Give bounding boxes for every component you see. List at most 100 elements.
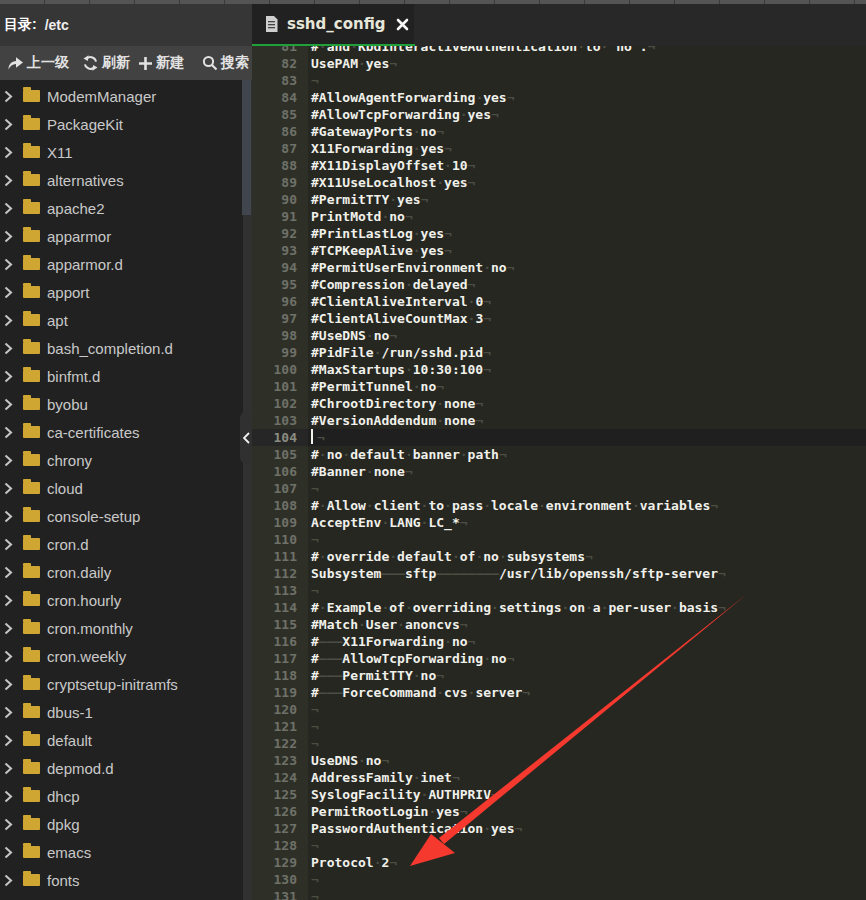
editor-line-96[interactable]: 96#ClientAliveInterval·0¬: [252, 293, 866, 310]
line-content: ¬: [311, 72, 319, 89]
editor-line-119[interactable]: 119#———ForceCommand·cvs·server¬: [252, 684, 866, 701]
folder-item-binfmt.d[interactable]: binfmt.d: [0, 362, 243, 390]
folder-item-byobu[interactable]: byobu: [0, 390, 243, 418]
editor-line-90[interactable]: 90#PermitTTY·yes¬: [252, 191, 866, 208]
folder-item-X11[interactable]: X11: [0, 138, 243, 166]
editor-line-118[interactable]: 118#———PermitTTY·no¬: [252, 667, 866, 684]
editor-line-110[interactable]: 110¬: [252, 531, 866, 548]
folder-item-cron.d[interactable]: cron.d: [0, 530, 243, 558]
folder-name: console-setup: [47, 508, 140, 525]
editor-line-109[interactable]: 109AcceptEnv·LANG·LC_*¬: [252, 514, 866, 531]
new-button[interactable]: 新建: [138, 46, 184, 80]
editor-line-114[interactable]: 114#·Example·of·overriding·settings·on·a…: [252, 599, 866, 616]
editor-line-97[interactable]: 97#ClientAliveCountMax·3¬: [252, 310, 866, 327]
editor-line-108[interactable]: 108#·Allow·client·to·pass·locale·environ…: [252, 497, 866, 514]
chevron-right-icon: [4, 398, 13, 411]
editor-line-87[interactable]: 87X11Forwarding·yes¬: [252, 140, 866, 157]
editor-line-123[interactable]: 123UseDNS·no¬: [252, 752, 866, 769]
up-button[interactable]: 上一级: [7, 46, 69, 80]
folder-icon: [23, 398, 40, 410]
folder-item-alternatives[interactable]: alternatives: [0, 166, 243, 194]
editor-line-127[interactable]: 127PasswordAuthentication·yes¬: [252, 820, 866, 837]
folder-item-apport[interactable]: apport: [0, 278, 243, 306]
folder-item-apt[interactable]: apt: [0, 306, 243, 334]
editor-line-86[interactable]: 86#GatewayPorts·no¬: [252, 123, 866, 140]
line-content: #PermitUserEnvironment·no¬: [311, 259, 515, 276]
editor-line-99[interactable]: 99#PidFile·/run/sshd.pid¬: [252, 344, 866, 361]
editor-line-82[interactable]: 82UsePAM·yes¬: [252, 55, 866, 72]
editor-line-115[interactable]: 115#Match·User·anoncvs¬: [252, 616, 866, 633]
editor-line-113[interactable]: 113¬: [252, 582, 866, 599]
editor-line-120[interactable]: 120¬: [252, 701, 866, 718]
editor-line-128[interactable]: 128¬: [252, 837, 866, 854]
editor-line-130[interactable]: 130¬: [252, 871, 866, 888]
editor-line-107[interactable]: 107¬: [252, 480, 866, 497]
editor-line-129[interactable]: 129Protocol·2¬: [252, 854, 866, 871]
folder-item-ca-certificates[interactable]: ca-certificates: [0, 418, 243, 446]
editor-line-102[interactable]: 102#ChrootDirectory·none¬: [252, 395, 866, 412]
folder-item-dhcp[interactable]: dhcp: [0, 782, 243, 810]
editor-line-126[interactable]: 126PermitRootLogin·yes¬: [252, 803, 866, 820]
sidebar-scrollbar-thumb[interactable]: [242, 80, 251, 215]
folder-item-depmod.d[interactable]: depmod.d: [0, 754, 243, 782]
line-number: 112: [252, 565, 308, 582]
folder-item-dpkg[interactable]: dpkg: [0, 810, 243, 838]
line-number: 107: [252, 480, 308, 497]
folder-item-dbus-1[interactable]: dbus-1: [0, 698, 243, 726]
editor-line-83[interactable]: 83¬: [252, 72, 866, 89]
folder-item-cloud[interactable]: cloud: [0, 474, 243, 502]
editor-line-106[interactable]: 106#Banner·none¬: [252, 463, 866, 480]
folder-item-emacs[interactable]: emacs: [0, 838, 243, 866]
folder-item-chrony[interactable]: chrony: [0, 446, 243, 474]
editor-line-88[interactable]: 88#X11DisplayOffset·10¬: [252, 157, 866, 174]
folder-item-apache2[interactable]: apache2: [0, 194, 243, 222]
editor-line-98[interactable]: 98#UseDNS·no¬: [252, 327, 866, 344]
folder-item-default[interactable]: default: [0, 726, 243, 754]
editor-line-101[interactable]: 101#PermitTunnel·no¬: [252, 378, 866, 395]
editor-line-131[interactable]: 131¬: [252, 888, 866, 900]
search-button[interactable]: 搜索: [202, 46, 249, 80]
line-number: 102: [252, 395, 308, 412]
folder-item-fonts[interactable]: fonts: [0, 866, 243, 894]
folder-item-apparmor[interactable]: apparmor: [0, 222, 243, 250]
folder-item-cron.hourly[interactable]: cron.hourly: [0, 586, 243, 614]
editor-line-125[interactable]: 125SyslogFacility·AUTHPRIV¬: [252, 786, 866, 803]
editor-line-100[interactable]: 100#MaxStartups·10:30:100¬: [252, 361, 866, 378]
folder-item-PackageKit[interactable]: PackageKit: [0, 110, 243, 138]
line-number: 82: [252, 55, 308, 72]
editor-line-81[interactable]: 81#·and·KbdInteractiveAuthentication·to·…: [252, 46, 866, 55]
refresh-button[interactable]: 刷新: [82, 46, 130, 80]
code-editor[interactable]: 81#·and·KbdInteractiveAuthentication·to·…: [252, 46, 866, 900]
folder-item-console-setup[interactable]: console-setup: [0, 502, 243, 530]
folder-item-cron.daily[interactable]: cron.daily: [0, 558, 243, 586]
chevron-right-icon: [4, 678, 13, 691]
editor-line-104[interactable]: 104¬: [252, 429, 866, 446]
editor-line-112[interactable]: 112Subsystem———sftp————————/usr/lib/open…: [252, 565, 866, 582]
editor-line-94[interactable]: 94#PermitUserEnvironment·no¬: [252, 259, 866, 276]
editor-line-84[interactable]: 84#AllowAgentForwarding·yes¬: [252, 89, 866, 106]
editor-line-122[interactable]: 122¬: [252, 735, 866, 752]
editor-line-103[interactable]: 103#VersionAddendum·none¬: [252, 412, 866, 429]
editor-line-124[interactable]: 124AddressFamily·inet¬: [252, 769, 866, 786]
editor-line-92[interactable]: 92#PrintLastLog·yes¬: [252, 225, 866, 242]
folder-item-cron.weekly[interactable]: cron.weekly: [0, 642, 243, 670]
editor-line-93[interactable]: 93#TCPKeepAlive·yes¬: [252, 242, 866, 259]
folder-item-cron.monthly[interactable]: cron.monthly: [0, 614, 243, 642]
folder-item-ModemManager[interactable]: ModemManager: [0, 82, 243, 110]
editor-line-121[interactable]: 121¬: [252, 718, 866, 735]
tab-close-icon[interactable]: [396, 18, 409, 31]
editor-line-85[interactable]: 85#AllowTcpForwarding·yes¬: [252, 106, 866, 123]
editor-line-95[interactable]: 95#Compression·delayed¬: [252, 276, 866, 293]
editor-line-89[interactable]: 89#X11UseLocalhost·yes¬: [252, 174, 866, 191]
editor-line-91[interactable]: 91PrintMotd·no¬: [252, 208, 866, 225]
line-number: 103: [252, 412, 308, 429]
editor-line-117[interactable]: 117#———AllowTcpForwarding·no¬: [252, 650, 866, 667]
folder-item-cryptsetup-initramfs[interactable]: cryptsetup-initramfs: [0, 670, 243, 698]
editor-line-105[interactable]: 105#·no·default·banner·path¬: [252, 446, 866, 463]
line-number: 86: [252, 123, 308, 140]
editor-line-116[interactable]: 116#———X11Forwarding·no¬: [252, 633, 866, 650]
editor-line-111[interactable]: 111#·override·default·of·no·subsystems¬: [252, 548, 866, 565]
tab-sshd-config[interactable]: sshd_config: [252, 4, 414, 44]
folder-item-bash_completion.d[interactable]: bash_completion.d: [0, 334, 243, 362]
folder-item-apparmor.d[interactable]: apparmor.d: [0, 250, 243, 278]
